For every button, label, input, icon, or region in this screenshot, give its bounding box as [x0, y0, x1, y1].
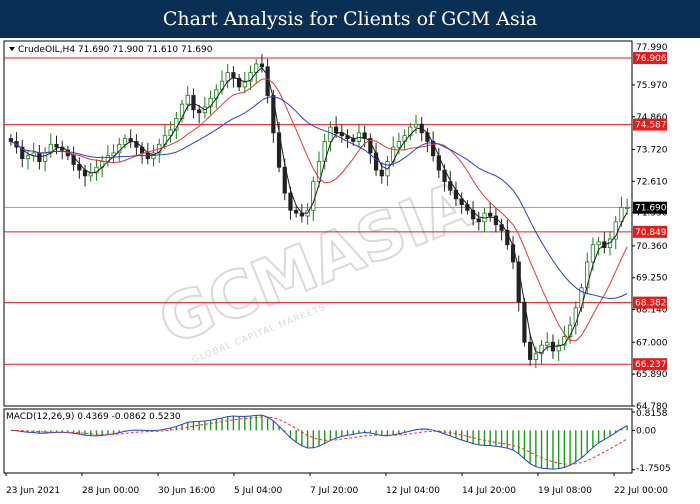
candle-body: [379, 169, 384, 177]
chart-area[interactable]: GCMASIA GLOBAL CAPITAL MARKETS 75.970 74.8…: [0, 38, 700, 500]
candle-body: [311, 181, 316, 211]
x-tick-label: 28 Jun 00:00: [82, 486, 139, 496]
candle-body: [197, 109, 202, 114]
candle: [522, 297, 527, 347]
y-tick-label: 65.890: [636, 370, 668, 380]
candle-body: [334, 126, 339, 134]
candle-body: [259, 63, 265, 68]
macd-y-tick-label: 0.00: [636, 426, 656, 436]
candle-body: [590, 244, 596, 263]
x-tick-label: 23 Jun 2021: [6, 486, 60, 496]
level-label: 66.237: [635, 360, 667, 370]
y-tick-label: 73.720: [636, 145, 668, 155]
candle-body: [294, 209, 299, 214]
x-tick-label: 22 Jul 00:00: [614, 486, 668, 496]
candle-body: [8, 138, 13, 142]
candle-body: [25, 155, 31, 160]
candle-body: [288, 192, 293, 211]
y-tick-label: 69.250: [636, 274, 668, 284]
y-tick-label: 70.360: [636, 242, 668, 252]
candle-body: [488, 212, 493, 217]
y-tick-label: 72.610: [636, 177, 668, 187]
candle-body: [179, 103, 185, 119]
current-price-label: 71.690: [635, 204, 667, 214]
macd-y-tick-label: 0.8158: [636, 409, 668, 419]
macd-header: MACD(12,26,9) 0.4369 -0.0862 0.5230: [6, 412, 181, 422]
macd-y-tick-label: -1.7505: [636, 464, 671, 474]
chart-svg: GCMASIAGLOBAL CAPITAL MARKETS 75.97074.8…: [3, 40, 671, 496]
candle-body: [625, 207, 630, 209]
candle-body: [185, 95, 190, 105]
x-tick-label: 14 Jul 20:00: [462, 486, 516, 496]
level-label: 74.587: [635, 121, 667, 131]
candle-body: [413, 123, 419, 128]
candle-body: [545, 341, 550, 346]
y-tick-label: 75.970: [636, 81, 668, 91]
x-tick-label: 30 Jun 16:00: [158, 486, 215, 496]
candle-body: [596, 241, 601, 246]
level-label: 70.849: [635, 228, 667, 238]
candle-body: [396, 141, 402, 148]
candle-body: [42, 152, 48, 162]
y-tick-label: 77.990: [636, 43, 668, 53]
candle-body: [122, 138, 128, 145]
candle-body: [585, 261, 590, 289]
chart-banner: Chart Analysis for Clients of GCM Asia: [0, 0, 700, 38]
x-tick-label: 12 Jul 04:00: [386, 486, 440, 496]
x-tick-label: 5 Jul 04:00: [234, 486, 283, 496]
chart-header: CrudeOIL,H4 71.690 71.900 71.610 71.690: [18, 45, 213, 55]
candle-body: [533, 353, 538, 360]
y-tick-label: 67.000: [636, 338, 668, 348]
x-tick-label: 7 Jul 20:00: [310, 486, 359, 496]
level-label: 68.382: [635, 299, 667, 309]
x-tick-label: 19 Jul 08:00: [538, 486, 592, 496]
level-label: 76.906: [635, 54, 667, 64]
candle-body: [328, 126, 333, 142]
candle-body: [54, 143, 59, 148]
candle-body: [476, 218, 481, 223]
banner-title: Chart Analysis for Clients of GCM Asia: [162, 8, 538, 30]
candle-body: [528, 341, 533, 360]
